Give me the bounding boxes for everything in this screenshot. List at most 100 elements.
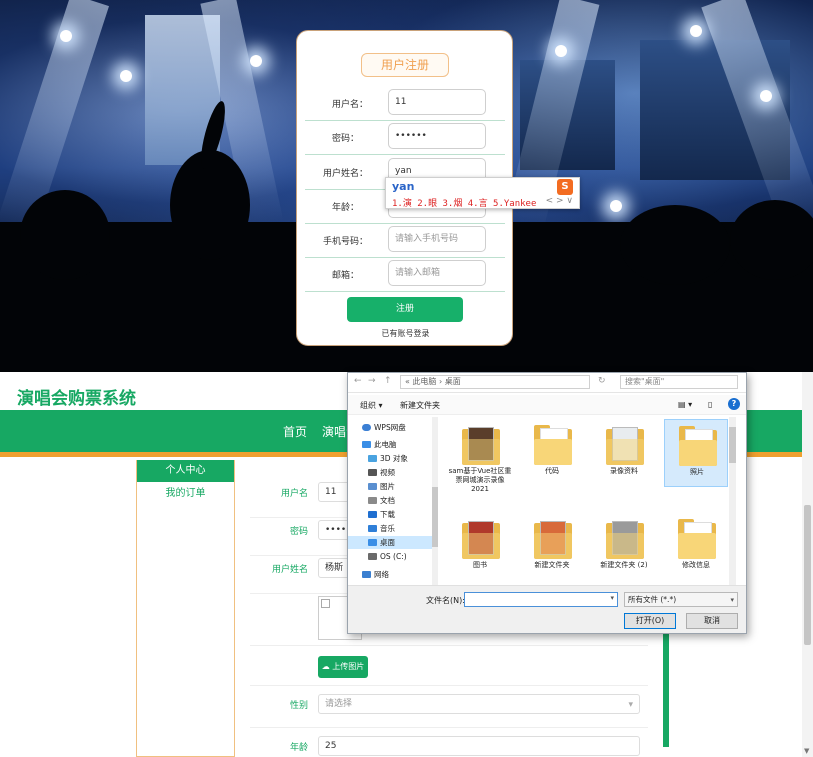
phone-input[interactable]: 请输入手机号码 [388, 226, 486, 252]
file-grid-scrollbar[interactable] [729, 417, 736, 585]
tree-item-music[interactable]: 音乐 [348, 522, 432, 535]
chevron-down-icon: ▾ [628, 700, 633, 710]
file-item[interactable]: sam基于Vue社区重票网城演示录像2021 [448, 419, 512, 493]
tree-item-label: 桌面 [380, 538, 395, 547]
username-label: 用户名： [332, 100, 369, 110]
file-item[interactable]: 图书 [448, 513, 512, 581]
sogou-logo-icon: S [557, 179, 573, 195]
email-label: 邮箱： [332, 271, 360, 281]
view-options-icon[interactable]: ▤ ▾ [678, 400, 692, 409]
file-grid-scrollbar-thumb[interactable] [729, 427, 736, 463]
spotlight [120, 70, 132, 82]
page-scrollbar[interactable]: ▼ [802, 372, 813, 757]
forward-arrow-icon[interactable]: → [368, 376, 376, 386]
file-name: 代码 [545, 467, 559, 475]
video-icon [368, 469, 377, 476]
dialog-nav-tree: WPS网盘 此电脑 3D 对象 视频 图片 文档 下载 音乐 桌面 OS (C:… [348, 417, 438, 585]
cancel-button[interactable]: 取消 [686, 613, 738, 629]
panel-accent-bar [663, 615, 669, 747]
picture-icon [368, 483, 377, 490]
register-row-email: 邮箱： 请输入邮箱 [305, 258, 505, 292]
desktop-icon [368, 539, 377, 546]
tree-item-label: 音乐 [380, 524, 395, 533]
tree-item-documents[interactable]: 文档 [348, 494, 432, 507]
tree-item-label: 网络 [374, 570, 389, 579]
file-open-dialog: ← → ↑ « 此电脑 › 桌面 ↻ 搜索"桌面" 组织 ▾ 新建文件夹 ▤ ▾… [347, 372, 747, 634]
dialog-search-input[interactable]: 搜索"桌面" [620, 375, 738, 389]
register-title: 用户注册 [361, 53, 449, 77]
scroll-down-icon[interactable]: ▼ [804, 747, 809, 755]
chevron-down-icon[interactable]: ▾ [610, 594, 614, 602]
help-icon[interactable]: ? [728, 398, 740, 410]
file-item[interactable]: 修改信息 [664, 513, 728, 581]
register-row-phone: 手机号码： 请输入手机号码 [305, 224, 505, 258]
nav-home[interactable]: 首页 [283, 423, 307, 440]
file-name: 修改信息 [682, 561, 710, 569]
sidebar-item-orders[interactable]: 我的订单 [137, 483, 234, 505]
tree-item-label: 此电脑 [374, 440, 397, 449]
refresh-icon[interactable]: ↻ [598, 376, 606, 386]
file-item-selected[interactable]: 照片 [664, 419, 728, 487]
tree-item-wps[interactable]: WPS网盘 [348, 421, 432, 434]
file-type-filter[interactable]: 所有文件 (*.*) ▾ [624, 592, 738, 607]
up-arrow-icon[interactable]: ↑ [384, 376, 392, 386]
file-item[interactable]: 代码 [520, 419, 584, 487]
crowd-silhouette [620, 205, 730, 285]
password-input[interactable]: •••••• [388, 123, 486, 149]
gender-select[interactable]: 请选择 ▾ [318, 694, 640, 714]
tree-item-desktop[interactable]: 桌面 [348, 536, 432, 549]
form-password-label: 密码 [289, 527, 308, 537]
tree-item-video[interactable]: 视频 [348, 466, 432, 479]
tree-item-label: OS (C:) [380, 552, 407, 561]
folder-icon [462, 519, 500, 559]
file-item[interactable]: 新建文件夹 [520, 513, 584, 581]
tree-scrollbar-thumb[interactable] [432, 487, 438, 547]
ime-candidates[interactable]: 1.演 2.眼 3.烟 4.言 5.Yankee [392, 196, 536, 209]
filename-input[interactable]: ▾ [464, 592, 618, 607]
screenshot-root: 用户注册 用户名： 11 密码： •••••• 用户姓名： yan 年龄： 手机… [0, 0, 813, 757]
back-arrow-icon[interactable]: ← [354, 376, 362, 386]
preview-pane-icon[interactable]: ▯ [708, 400, 712, 409]
cube-icon [368, 455, 377, 462]
ime-page-nav[interactable]: < > ∨ [546, 196, 573, 206]
crowd-silhouette [170, 150, 250, 260]
organize-menu[interactable]: 组织 ▾ [360, 400, 383, 411]
login-link[interactable]: 已有账号登录 [297, 328, 514, 339]
sidebar-item-profile[interactable]: 个人中心 [137, 460, 234, 482]
tree-item-this-pc[interactable]: 此电脑 [348, 438, 432, 451]
new-folder-button[interactable]: 新建文件夹 [400, 400, 440, 411]
cloud-icon [362, 424, 371, 431]
computer-icon [362, 441, 371, 448]
register-row-password: 密码： •••••• [305, 121, 505, 155]
file-item[interactable]: 录像资料 [592, 419, 656, 487]
username-input[interactable]: 11 [388, 89, 486, 115]
file-name: 录像资料 [610, 467, 638, 475]
tree-item-label: 文档 [380, 496, 395, 505]
tree-item-network[interactable]: 网络 [348, 568, 432, 581]
document-icon [368, 497, 377, 504]
site-brand[interactable]: 演唱会购票系统 [17, 384, 136, 409]
spotlight [760, 90, 772, 102]
tree-item-downloads[interactable]: 下载 [348, 508, 432, 521]
ime-pinyin: yan [392, 180, 415, 193]
form-realname-label: 用户姓名 [271, 565, 308, 575]
open-button[interactable]: 打开(O) [624, 613, 676, 629]
user-sidebar: 个人中心 我的订单 [136, 460, 235, 757]
tree-item-label: WPS网盘 [374, 423, 406, 432]
tree-item-3d[interactable]: 3D 对象 [348, 452, 432, 465]
file-item[interactable]: 新建文件夹 (2) [592, 513, 656, 581]
tree-scrollbar[interactable] [432, 417, 438, 585]
network-icon [362, 571, 371, 578]
page-scrollbar-thumb[interactable] [804, 505, 811, 645]
dialog-path-field[interactable]: « 此电脑 › 桌面 [400, 375, 590, 389]
tree-item-drive-c[interactable]: OS (C:) [348, 550, 432, 563]
form-age-input[interactable]: 25 [318, 736, 640, 756]
tree-item-pictures[interactable]: 图片 [348, 480, 432, 493]
file-name: sam基于Vue社区重票网城演示录像2021 [448, 467, 512, 493]
folder-icon [534, 425, 572, 465]
dialog-file-grid: sam基于Vue社区重票网城演示录像2021 代码 录像资料 照片 图书 新建文… [444, 417, 736, 585]
folder-icon [678, 519, 716, 559]
folder-icon [606, 519, 644, 559]
register-button[interactable]: 注册 [347, 297, 463, 322]
email-input[interactable]: 请输入邮箱 [388, 260, 486, 286]
